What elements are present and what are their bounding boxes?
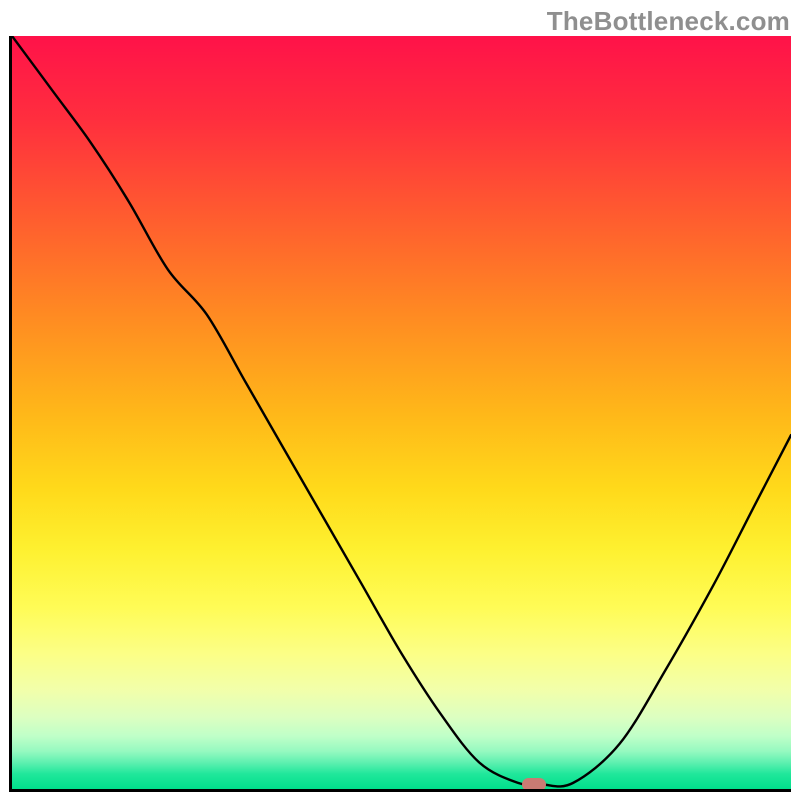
curve-layer — [12, 36, 791, 789]
plot-area — [9, 36, 791, 792]
optimal-marker — [522, 778, 546, 790]
source-watermark: TheBottleneck.com — [547, 6, 790, 37]
chart-frame: TheBottleneck.com — [0, 0, 800, 800]
bottleneck-curve — [12, 36, 791, 786]
